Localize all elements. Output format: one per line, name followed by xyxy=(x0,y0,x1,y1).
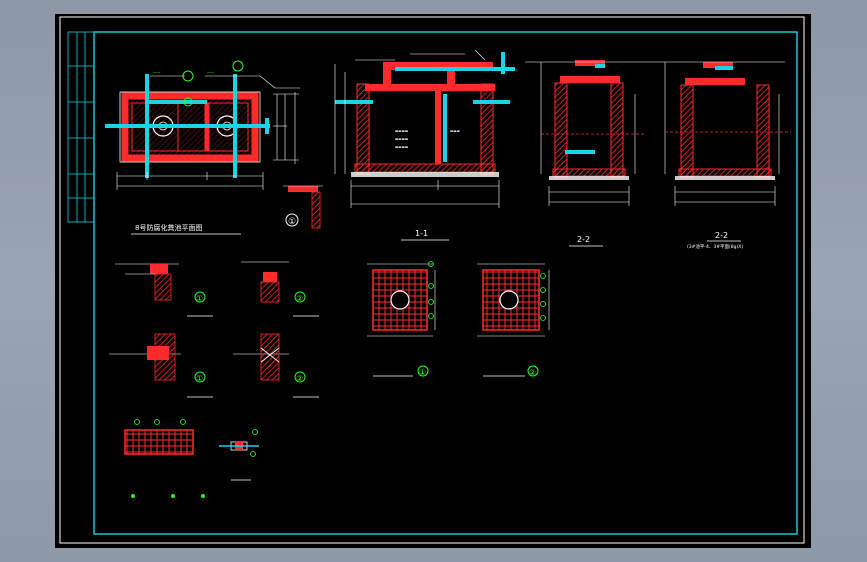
section-2-2[interactable]: 2-2 xyxy=(525,60,651,247)
callout-detail-2b: ② xyxy=(296,374,303,383)
callout-detail-2a: ② xyxy=(296,294,303,303)
manhole-rebar-detail-1[interactable]: ① xyxy=(367,261,436,378)
svg-text:───: ─── xyxy=(152,70,161,75)
callout-detail-1b: ① xyxy=(196,374,203,383)
svg-text:▬▬▬▬: ▬▬▬▬ xyxy=(395,145,408,149)
plan-title: 8号防腐化粪池平面图 xyxy=(135,223,202,232)
plan-view[interactable]: ─── ─── 8号防腐化粪池平面图 xyxy=(105,60,300,235)
joint-detail-2a[interactable]: ② xyxy=(241,261,319,317)
manhole-rebar-detail-2[interactable]: ② xyxy=(477,263,550,377)
pipe-joint-detail[interactable] xyxy=(219,429,259,481)
callout-1-label: ① xyxy=(288,217,296,227)
section-2-2-alt[interactable]: 2-2 (3#池平-4、3#平面(8g)X) xyxy=(651,61,791,250)
section-1-1[interactable]: ▬▬▬▬ ▬▬▬▬ ▬▬▬▬ ▬▬▬ 1-1 xyxy=(334,49,515,241)
binding-strip xyxy=(67,31,95,223)
callout-mesh-2: ② xyxy=(529,368,536,377)
svg-text:───: ─── xyxy=(206,70,215,75)
joint-detail-2b[interactable]: ② xyxy=(233,333,319,398)
drawing-canvas: ─── ─── 8号防腐化粪池平面图 ① ▬▬▬▬ ▬▬▬▬ ▬▬▬▬ ▬▬▬ … xyxy=(59,16,805,544)
section-3-title: 2-2 xyxy=(715,231,728,240)
cad-drawing-sheet[interactable]: ─── ─── 8号防腐化粪池平面图 ① ▬▬▬▬ ▬▬▬▬ ▬▬▬▬ ▬▬▬ … xyxy=(55,14,811,548)
svg-text:▬▬▬▬: ▬▬▬▬ xyxy=(395,137,408,141)
detail-1-mini[interactable]: ① xyxy=(283,185,323,229)
section-2-title: 2-2 xyxy=(577,235,590,244)
callout-detail-1a: ① xyxy=(196,294,203,303)
callout-mesh-1: ① xyxy=(419,368,426,377)
joint-detail-1b[interactable]: ① xyxy=(109,333,213,398)
slab-rebar-detail[interactable] xyxy=(124,419,205,499)
svg-text:▬▬▬: ▬▬▬ xyxy=(450,129,460,133)
section-3-note: (3#池平-4、3#平面(8g)X) xyxy=(687,243,743,250)
joint-detail-1a[interactable]: ① xyxy=(115,263,213,317)
section-1-title: 1-1 xyxy=(415,229,428,238)
svg-text:▬▬▬▬: ▬▬▬▬ xyxy=(395,129,408,133)
